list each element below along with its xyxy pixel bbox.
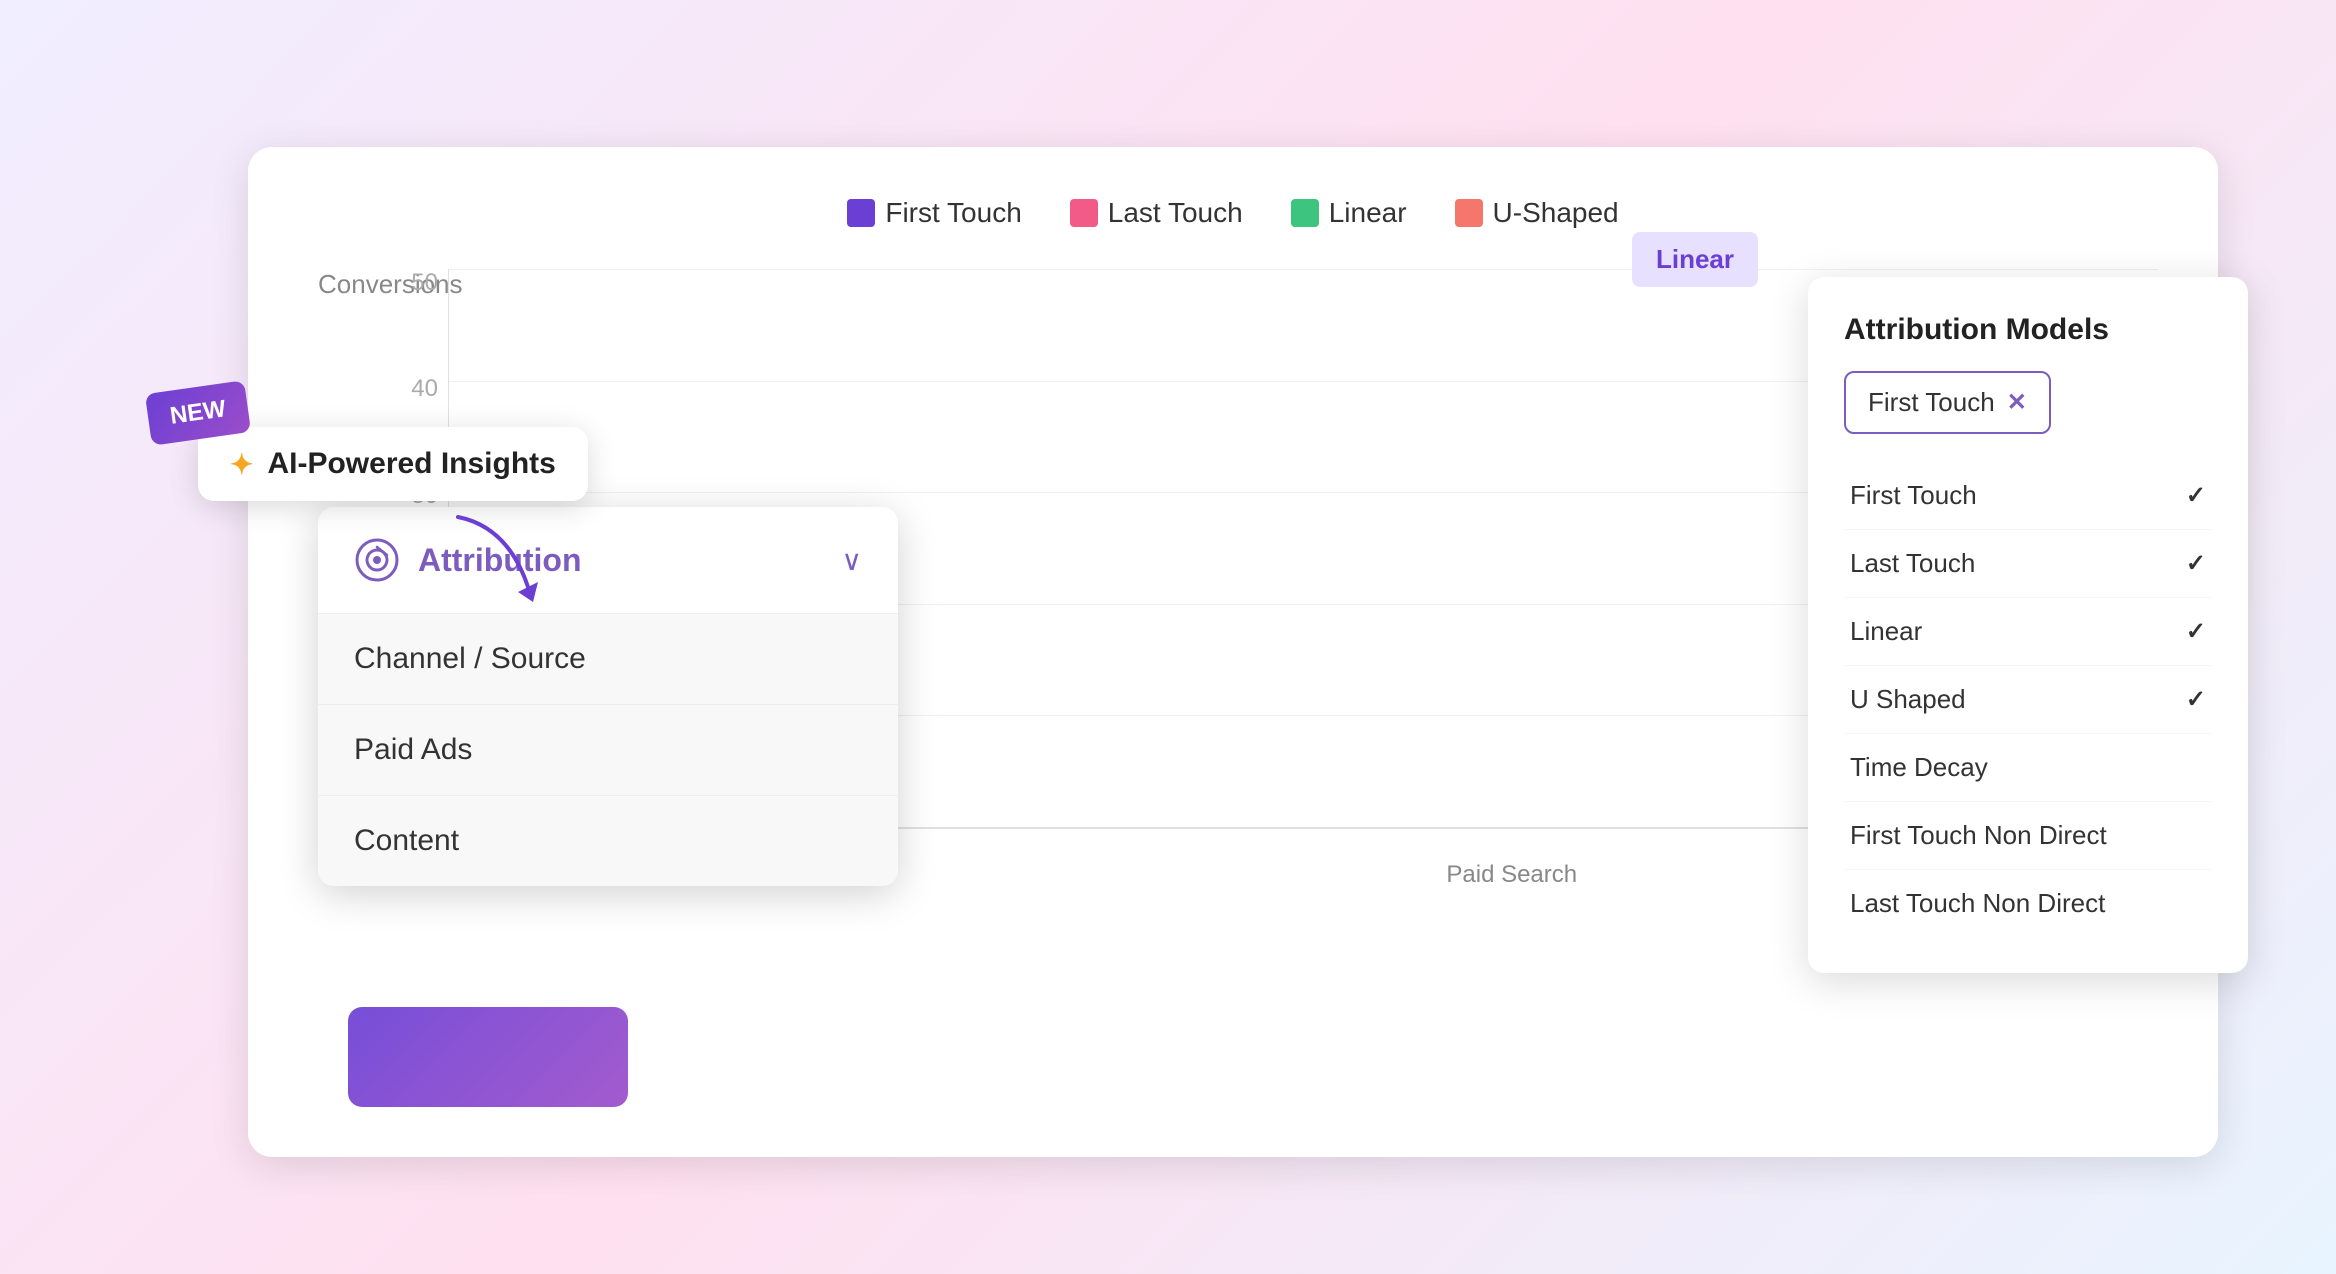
legend-last-touch: Last Touch [1070, 197, 1243, 229]
model-label-time-decay: Time Decay [1850, 752, 1988, 783]
purple-blob [348, 1007, 628, 1107]
attribution-dropdown-card[interactable]: Attribution ∨ Channel / Source Paid Ads … [318, 507, 898, 886]
y-tick-50: 50 [388, 269, 438, 297]
ai-insights-label: AI-Powered Insights [267, 447, 555, 481]
attribution-icon [354, 537, 400, 583]
arrow-icon [448, 507, 568, 607]
model-label-first-touch-non-direct: First Touch Non Direct [1850, 820, 2107, 851]
menu-item-paid-ads[interactable]: Paid Ads [318, 705, 898, 796]
chart-legend: First Touch Last Touch Linear U-Shaped [308, 197, 2158, 229]
model-option-last-touch-non-direct[interactable]: Last Touch Non Direct [1844, 870, 2212, 937]
check-icon-ushaped: ✓ [2186, 685, 2206, 714]
legend-label-last-touch: Last Touch [1108, 197, 1243, 229]
legend-linear: Linear [1291, 197, 1407, 229]
model-option-last-touch[interactable]: Last Touch ✓ [1844, 530, 2212, 598]
check-icon-first-touch: ✓ [2186, 481, 2206, 510]
model-label-last-touch-non-direct: Last Touch Non Direct [1850, 888, 2105, 919]
model-option-linear[interactable]: Linear ✓ [1844, 598, 2212, 666]
model-option-first-touch[interactable]: First Touch ✓ [1844, 462, 2212, 530]
model-label-last-touch: Last Touch [1850, 548, 1975, 579]
attribution-models-panel: Attribution Models First Touch ✕ First T… [1808, 277, 2248, 973]
model-label-first-touch: First Touch [1850, 480, 1977, 511]
check-icon-last-touch: ✓ [2186, 549, 2206, 578]
model-option-time-decay[interactable]: Time Decay [1844, 734, 2212, 802]
chevron-down-icon: ∨ [842, 544, 863, 577]
model-label-linear: Linear [1850, 616, 1922, 647]
models-panel-title: Attribution Models [1844, 313, 2212, 347]
menu-item-content[interactable]: Content [318, 796, 898, 886]
legend-dot-ushaped [1455, 199, 1483, 227]
legend-label-ushaped: U-Shaped [1493, 197, 1619, 229]
model-option-ushaped[interactable]: U Shaped ✓ [1844, 666, 2212, 734]
legend-dot-first-touch [847, 199, 875, 227]
menu-item-channel-source[interactable]: Channel / Source [318, 614, 898, 705]
legend-dot-linear [1291, 199, 1319, 227]
x-label-paid-search: Paid Search [1303, 851, 1721, 889]
attribution-header[interactable]: Attribution ∨ [318, 507, 898, 614]
legend-ushaped: U-Shaped [1455, 197, 1619, 229]
y-tick-40: 40 [388, 375, 438, 403]
legend-first-touch: First Touch [847, 197, 1021, 229]
models-selected-tag[interactable]: First Touch ✕ [1844, 371, 2051, 434]
model-label-ushaped: U Shaped [1850, 684, 1966, 715]
model-option-first-touch-non-direct[interactable]: First Touch Non Direct [1844, 802, 2212, 870]
legend-label-first-touch: First Touch [885, 197, 1021, 229]
star-icon: ✦ [230, 448, 253, 481]
selected-tag-label: First Touch [1868, 387, 1995, 418]
linear-tag: Linear [1632, 232, 1758, 287]
ai-insights-bubble: ✦ AI-Powered Insights [198, 427, 588, 501]
tag-remove-icon[interactable]: ✕ [2007, 388, 2027, 417]
legend-dot-last-touch [1070, 199, 1098, 227]
x-label-2 [886, 851, 1304, 889]
legend-label-linear: Linear [1329, 197, 1407, 229]
check-icon-linear: ✓ [2186, 617, 2206, 646]
